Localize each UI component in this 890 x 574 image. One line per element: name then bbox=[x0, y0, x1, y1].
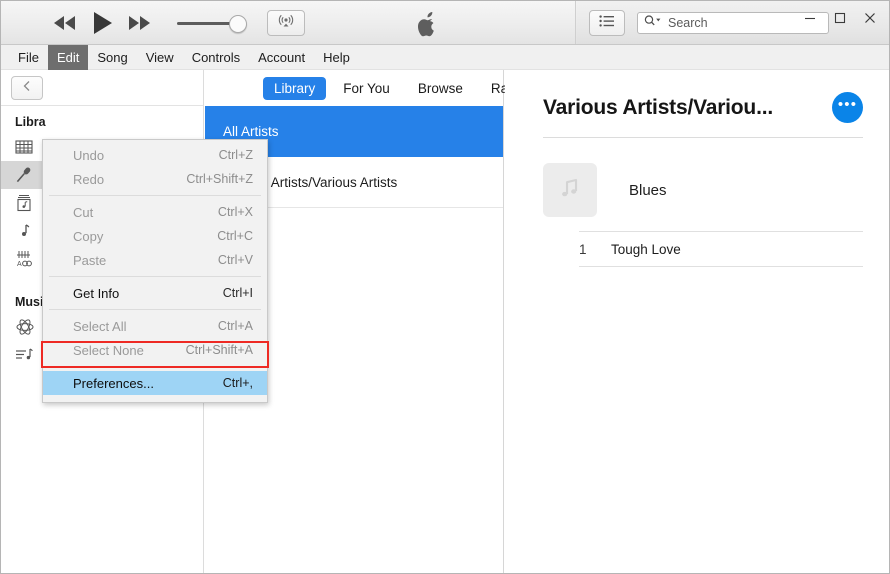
grid-icon bbox=[15, 139, 37, 155]
menu-separator bbox=[49, 276, 261, 277]
menu-item-paste-accel: Ctrl+V bbox=[217, 253, 253, 267]
apple-logo-icon bbox=[413, 9, 441, 39]
rewind-icon[interactable] bbox=[51, 14, 77, 32]
maximize-icon[interactable] bbox=[825, 4, 855, 32]
minimize-icon[interactable] bbox=[795, 4, 825, 32]
music-note-icon bbox=[557, 175, 583, 206]
right-toolbar: Search bbox=[577, 1, 889, 44]
tuner-icon: A bbox=[15, 250, 37, 268]
menu-item-get-info-label: Get Info bbox=[73, 285, 120, 301]
track-title: Tough Love bbox=[611, 241, 681, 257]
tab-for-you[interactable]: For You bbox=[332, 77, 401, 100]
genre-label: Blues bbox=[629, 181, 667, 199]
music-note-icon bbox=[15, 222, 37, 240]
menu-item-undo-label: Undo bbox=[73, 147, 105, 163]
menu-item-preferences[interactable]: Preferences... Ctrl+, bbox=[43, 371, 267, 395]
menu-bottom-padding bbox=[43, 395, 267, 399]
menu-item-undo[interactable]: Undo Ctrl+Z bbox=[43, 143, 267, 167]
menu-item-get-info[interactable]: Get Info Ctrl+I bbox=[43, 281, 267, 305]
itunes-window: Search File Edit Song View Controls Acco… bbox=[0, 0, 890, 574]
menu-controls[interactable]: Controls bbox=[183, 45, 249, 70]
tab-library[interactable]: Library bbox=[263, 76, 327, 100]
genius-atom-icon bbox=[15, 318, 37, 336]
back-button[interactable] bbox=[11, 75, 43, 100]
genre-row[interactable]: Blues bbox=[543, 163, 863, 217]
menu-item-copy[interactable]: Copy Ctrl+C bbox=[43, 224, 267, 248]
sidebar-back-row bbox=[1, 70, 203, 106]
track-table: 1 Tough Love bbox=[579, 231, 863, 267]
menu-item-select-all[interactable]: Select All Ctrl+A bbox=[43, 314, 267, 338]
window-controls bbox=[795, 1, 885, 35]
chevron-left-icon bbox=[22, 79, 32, 97]
close-icon[interactable] bbox=[855, 4, 885, 32]
list-view-button[interactable] bbox=[589, 9, 625, 36]
transport-controls bbox=[1, 1, 576, 44]
tab-browse[interactable]: Browse bbox=[407, 77, 474, 100]
menu-item-redo-label: Redo bbox=[73, 171, 105, 187]
menu-edit[interactable]: Edit bbox=[47, 45, 89, 70]
page-title: Various Artists/Variou... bbox=[543, 95, 773, 119]
menu-account[interactable]: Account bbox=[249, 45, 314, 70]
list-icon bbox=[599, 14, 615, 32]
play-icon[interactable] bbox=[91, 10, 113, 36]
menu-item-select-none-label: Select None bbox=[73, 342, 144, 358]
menu-item-paste[interactable]: Paste Ctrl+V bbox=[43, 248, 267, 272]
menu-item-redo[interactable]: Redo Ctrl+Shift+Z bbox=[43, 167, 267, 191]
track-number: 1 bbox=[579, 241, 587, 257]
album-icon bbox=[15, 194, 37, 212]
main-content: Libra A Musi Library For You Browse All … bbox=[1, 70, 889, 573]
menu-item-cut-label: Cut bbox=[73, 204, 94, 220]
album-art-placeholder bbox=[543, 163, 597, 217]
microphone-icon bbox=[15, 166, 37, 184]
menu-item-redo-accel: Ctrl+Shift+Z bbox=[186, 172, 253, 186]
menu-item-cut[interactable]: Cut Ctrl+X bbox=[43, 200, 267, 224]
menu-item-select-all-accel: Ctrl+A bbox=[217, 319, 253, 333]
airplay-icon bbox=[278, 12, 294, 33]
edit-dropdown-menu: Undo Ctrl+Z Redo Ctrl+Shift+Z Cut Ctrl+X… bbox=[42, 139, 268, 403]
menu-item-undo-accel: Ctrl+Z bbox=[218, 148, 253, 162]
menu-item-preferences-label: Preferences... bbox=[73, 375, 154, 391]
tab-bar: Library For You Browse Radio bbox=[205, 70, 526, 106]
menu-item-select-none-accel: Ctrl+Shift+A bbox=[185, 343, 253, 357]
menu-item-copy-label: Copy bbox=[73, 228, 104, 244]
menu-item-paste-label: Paste bbox=[73, 252, 107, 268]
airplay-button[interactable] bbox=[267, 9, 305, 36]
title-bar: Search bbox=[1, 1, 889, 45]
menu-item-preferences-accel: Ctrl+, bbox=[222, 376, 253, 390]
menu-item-select-none[interactable]: Select None Ctrl+Shift+A bbox=[43, 338, 267, 362]
volume-slider[interactable] bbox=[177, 14, 249, 33]
menu-separator bbox=[49, 309, 261, 310]
volume-knob[interactable] bbox=[229, 14, 247, 33]
menu-separator bbox=[49, 195, 261, 196]
detail-header: Various Artists/Variou... ••• bbox=[543, 70, 863, 123]
more-options-button[interactable]: ••• bbox=[832, 92, 863, 123]
menu-song[interactable]: Song bbox=[88, 45, 136, 70]
detail-pane: Various Artists/Variou... ••• Blues 1 To… bbox=[505, 70, 889, 573]
svg-text:A: A bbox=[17, 261, 22, 268]
more-dots-icon: ••• bbox=[837, 96, 858, 113]
menu-item-get-info-accel: Ctrl+I bbox=[222, 286, 253, 300]
menu-view[interactable]: View bbox=[137, 45, 183, 70]
detail-divider bbox=[543, 137, 863, 138]
menu-file[interactable]: File bbox=[9, 45, 48, 70]
table-row[interactable]: 1 Tough Love bbox=[579, 231, 863, 267]
menu-help[interactable]: Help bbox=[314, 45, 359, 70]
playlist-icon bbox=[15, 346, 37, 364]
menu-item-cut-accel: Ctrl+X bbox=[217, 205, 253, 219]
search-placeholder: Search bbox=[668, 15, 708, 30]
menu-item-copy-accel: Ctrl+C bbox=[217, 229, 253, 243]
search-icon bbox=[644, 14, 664, 32]
fast-forward-icon[interactable] bbox=[127, 14, 153, 32]
sidebar-library-header: Libra bbox=[15, 115, 46, 129]
menu-item-select-all-label: Select All bbox=[73, 318, 127, 334]
menu-bar: File Edit Song View Controls Account Hel… bbox=[1, 45, 889, 70]
menu-separator bbox=[49, 366, 261, 367]
